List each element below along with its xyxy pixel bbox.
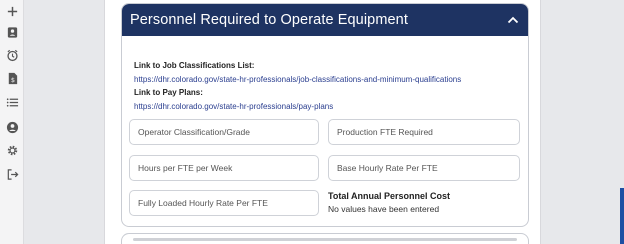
svg-text:$: $ [10, 76, 14, 84]
section-title: Personnel Required to Operate Equipment [130, 12, 408, 28]
alarm-clock-icon[interactable] [5, 48, 19, 62]
production-fte-field[interactable]: Production FTE Required [328, 119, 520, 145]
operator-classification-field[interactable]: Operator Classification/Grade [129, 119, 319, 145]
reference-links: Link to Job Classifications List: https:… [134, 59, 461, 113]
next-section-bar [133, 238, 517, 241]
scroll-accent-bar [620, 188, 624, 244]
list-icon[interactable] [5, 95, 19, 109]
logout-icon[interactable] [5, 167, 19, 181]
total-cost-value: No values have been entered [328, 204, 440, 214]
section-header[interactable]: Personnel Required to Operate Equipment [122, 4, 528, 36]
pay-plans-link[interactable]: https://dhr.colorado.gov/state-hr-profes… [134, 100, 461, 114]
job-classifications-link[interactable]: https://dhr.colorado.gov/state-hr-profes… [134, 73, 461, 87]
hours-per-fte-field[interactable]: Hours per FTE per Week [129, 155, 319, 181]
fully-loaded-rate-field[interactable]: Fully Loaded Hourly Rate Per FTE [129, 190, 319, 216]
document-dollar-icon[interactable]: $ [5, 71, 19, 85]
total-cost-label: Total Annual Personnel Cost [328, 191, 451, 201]
total-cost-block: Total Annual Personnel Cost No values ha… [328, 191, 450, 214]
user-icon[interactable] [5, 120, 19, 134]
plus-icon[interactable] [5, 4, 19, 18]
pay-plans-label: Link to Pay Plans: [134, 88, 203, 97]
gear-icon[interactable] [5, 143, 19, 157]
contact-card-icon[interactable] [5, 25, 19, 39]
base-hourly-rate-field[interactable]: Base Hourly Rate Per FTE [328, 155, 520, 181]
job-classifications-label: Link to Job Classifications List: [134, 61, 255, 70]
side-rail: $ [0, 0, 24, 244]
chevron-up-icon[interactable] [506, 13, 520, 27]
